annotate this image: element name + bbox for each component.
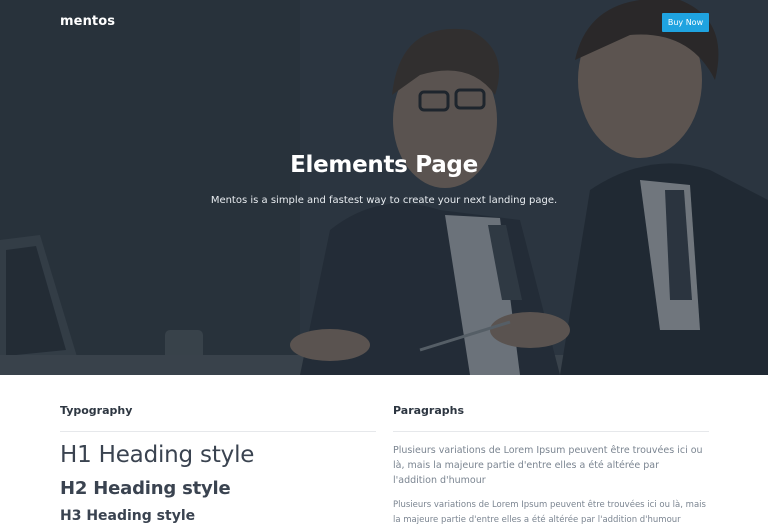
paragraphs-divider [393, 431, 709, 432]
h1-sample: H1 Heading style [60, 442, 255, 468]
hero-dark-overlay [0, 0, 768, 375]
h2-sample: H2 Heading style [60, 478, 231, 499]
typography-divider [60, 431, 376, 432]
hero-section: mentos Buy Now Elements Page Mentos is a… [0, 0, 768, 375]
typography-heading: Typography [60, 404, 133, 417]
hero-subtitle: Mentos is a simple and fastest way to cr… [210, 195, 558, 206]
h3-sample: H3 Heading style [60, 508, 196, 524]
page-title: Elements Page [290, 152, 478, 178]
navbar: mentos Buy Now [0, 0, 768, 46]
paragraph-sample-small: Plusieurs variations de Lorem Ipsum peuv… [393, 500, 706, 525]
brand-logo[interactable]: mentos [60, 14, 115, 29]
paragraphs-heading: Paragraphs [393, 404, 465, 417]
buy-now-button[interactable]: Buy Now [662, 13, 709, 32]
paragraph-sample-large: Plusieurs variations de Lorem Ipsum peuv… [393, 445, 703, 486]
